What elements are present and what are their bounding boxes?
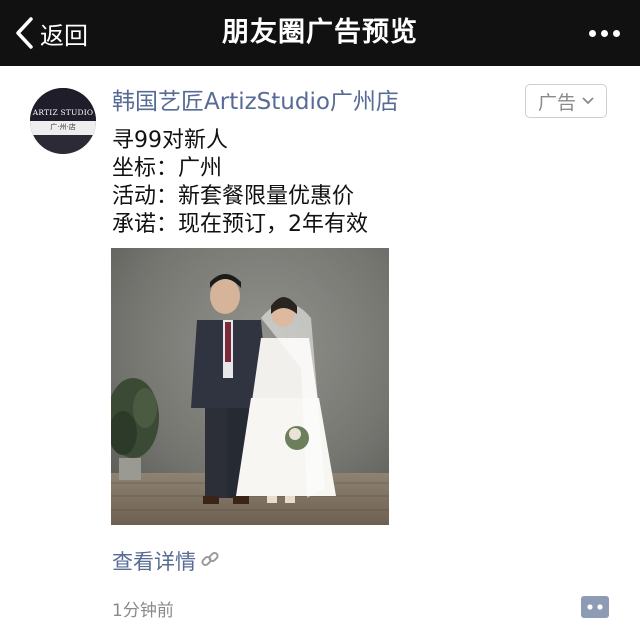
view-details-link[interactable]: 查看详情 xyxy=(112,548,220,576)
chevron-down-icon xyxy=(582,97,594,105)
ad-tag-button[interactable]: 广告 xyxy=(525,84,607,118)
advertiser-avatar[interactable]: ARTIZ STUDIO 广·州·店 xyxy=(30,88,96,154)
ad-line: 活动：新套餐限量优惠价 xyxy=(112,184,355,209)
top-navigation-bar: 返回 朋友圈广告预览 xyxy=(0,0,640,66)
ad-line: 承诺：现在预订，2年有效 xyxy=(112,212,368,237)
ad-line: 坐标：广州 xyxy=(112,156,223,181)
comment-icon[interactable] xyxy=(581,596,609,618)
view-details-label: 查看详情 xyxy=(112,550,196,574)
avatar-brand-text: ARTIZ STUDIO xyxy=(32,108,94,117)
ad-line: 寻99对新人 xyxy=(112,128,228,153)
ad-body-text: 寻99对新人 坐标：广州 活动：新套餐限量优惠价 承诺：现在预订，2年有效 xyxy=(112,127,368,239)
page-title: 朋友圈广告预览 xyxy=(222,17,418,48)
avatar-city-text: 广·州·店 xyxy=(50,123,76,131)
ad-image[interactable] xyxy=(107,248,389,525)
ad-tag-label: 广告 xyxy=(537,91,576,114)
more-dots-icon[interactable] xyxy=(589,0,620,66)
link-icon xyxy=(200,548,220,576)
post-time: 1分钟前 xyxy=(112,601,174,621)
advertiser-name-link[interactable]: 韩国艺匠ArtizStudio广州店 xyxy=(112,84,399,120)
